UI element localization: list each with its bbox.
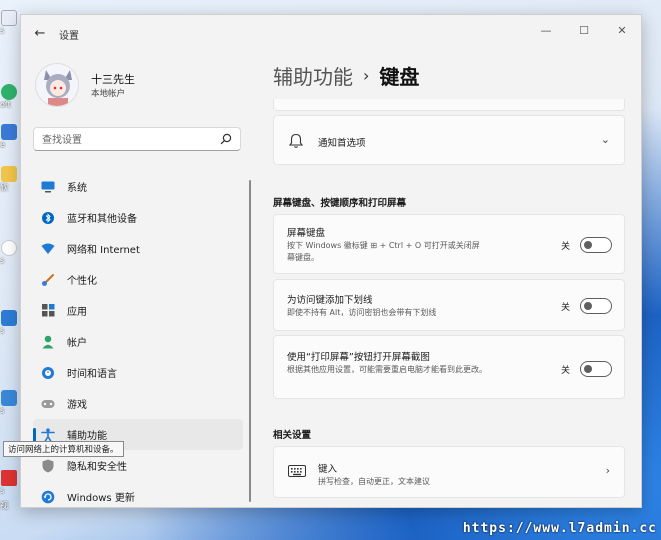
desktop-icon-folder[interactable]: 欣 [0, 166, 18, 193]
setting-title: 使用“打印屏幕”按钮打开屏幕截图 [287, 352, 430, 363]
nav-item-bluetooth[interactable]: 蓝牙和其他设备 [33, 202, 243, 233]
setting-description: 即使不持有 Alt，访问密钥也会带有下划线 [287, 308, 437, 317]
settings-window: ← 设置 — ☐ ✕ 十三先生 本地帐户 查找设置 系统 蓝牙和其他设备 网络和… [20, 14, 642, 508]
nav-item-system[interactable]: 系统 [33, 171, 243, 202]
nav-item-personalization[interactable]: 个性化 [33, 264, 243, 295]
nav-label: Windows 更新 [67, 493, 135, 504]
on-screen-keyboard-toggle[interactable] [580, 237, 612, 253]
setting-description: 按下 Windows 徽标键 ⊞ + Ctrl + O 可打开或关闭屏幕键盘。 [287, 241, 480, 262]
print-screen-card: 使用“打印屏幕”按钮打开屏幕截图 根据其他应用设置，可能需要重启电脑才能看到此更… [273, 335, 625, 399]
nav-list: 系统 蓝牙和其他设备 网络和 Internet 个性化 应用 帐户 时间和语言 … [33, 171, 243, 507]
desktop-icon-edge[interactable]: oft [0, 84, 18, 109]
toggle-state: 关 [560, 303, 570, 313]
nav-item-accounts[interactable]: 帐户 [33, 326, 243, 357]
back-button[interactable]: ← [31, 25, 49, 43]
user-name: 十三先生 [91, 73, 135, 86]
globe-clock-icon [41, 366, 55, 380]
underline-access-keys-card: 为访问键添加下划线 即使不持有 Alt，访问密钥也会带有下划线 关 [273, 279, 625, 331]
setting-description: 拼写检查，自动更正，文本建议 [318, 477, 430, 486]
nav-label: 个性化 [67, 276, 97, 287]
toggle-state: 关 [560, 242, 570, 252]
wifi-icon [41, 242, 55, 256]
nav-label: 系统 [67, 183, 87, 194]
minimize-button[interactable]: — [531, 21, 561, 41]
nav-label: 蓝牙和其他设备 [67, 214, 137, 225]
nav-label: 辅助功能 [67, 431, 107, 442]
arrow-left-icon: ← [34, 26, 46, 41]
update-icon [41, 490, 55, 504]
typing-card[interactable]: 键入 拼写检查，自动更正，文本建议 › [273, 446, 625, 498]
gamepad-icon [41, 397, 55, 411]
setting-description: 根据其他应用设置，可能需要重启电脑才能看到此更改。 [287, 365, 487, 374]
toggle-knob [584, 365, 592, 373]
setting-title: 屏幕键盘 [287, 228, 326, 239]
bell-icon [288, 133, 304, 148]
chevron-down-icon[interactable]: ⌄ [601, 133, 610, 146]
nav-label: 游戏 [67, 400, 87, 411]
search-input[interactable] [42, 132, 212, 148]
person-icon [41, 335, 55, 349]
setting-title: 键入 [318, 464, 338, 475]
nav-label: 帐户 [67, 338, 87, 349]
avatar[interactable] [35, 63, 79, 107]
accessibility-icon [41, 427, 55, 442]
nav-item-gaming[interactable]: 游戏 [33, 388, 243, 419]
watermark-text: https://www.l7admin.cc [462, 521, 657, 536]
nav-label: 隐私和安全性 [67, 462, 127, 473]
app-title: 设置 [59, 31, 79, 42]
underline-access-keys-toggle[interactable] [580, 298, 612, 314]
toggle-knob [584, 241, 592, 249]
chevron-right-icon[interactable]: › [606, 464, 610, 477]
nav-label: 时间和语言 [67, 369, 117, 380]
page-title: 键盘 [379, 65, 420, 89]
title-bar: ← 设置 — ☐ ✕ [21, 15, 641, 51]
settings-card-partial [273, 99, 625, 111]
breadcrumb-parent[interactable]: 辅助功能 [273, 61, 353, 90]
desktop-icon-chat[interactable]: s [0, 240, 18, 265]
setting-title: 为访问键添加下划线 [287, 295, 373, 306]
search-box[interactable] [33, 127, 241, 151]
desktop-icon[interactable]: s [0, 310, 18, 335]
breadcrumb: 辅助功能 › 键盘 [273, 61, 419, 90]
nav-item-time-language[interactable]: 时间和语言 [33, 357, 243, 388]
desktop-icon[interactable]: 视 [0, 500, 18, 511]
nav-item-network[interactable]: 网络和 Internet [33, 233, 243, 264]
nav-item-apps[interactable]: 应用 [33, 295, 243, 326]
account-type: 本地帐户 [91, 89, 126, 99]
section-title: 屏幕键盘、按键顺序和打印屏幕 [273, 198, 407, 209]
brush-icon [41, 273, 55, 287]
section-title: 相关设置 [273, 430, 312, 441]
maximize-button[interactable]: ☐ [569, 21, 599, 41]
monitor-icon [41, 180, 55, 194]
apps-icon [41, 304, 55, 318]
print-screen-toggle[interactable] [580, 361, 612, 377]
search-icon[interactable] [219, 132, 233, 146]
notification-preferences-card[interactable]: 通知首选项 ⌄ [273, 115, 625, 165]
nav-item-windows-update[interactable]: Windows 更新 [33, 481, 243, 507]
desktop-icon[interactable]: e [0, 124, 18, 149]
on-screen-keyboard-card: 屏幕键盘 按下 Windows 徽标键 ⊞ + Ctrl + O 可打开或关闭屏… [273, 214, 625, 274]
breadcrumb-separator: › [363, 66, 370, 85]
avatar-image [36, 64, 78, 106]
card-label: 通知首选项 [318, 138, 366, 149]
toggle-knob [584, 302, 592, 310]
nav-label: 应用 [67, 307, 87, 318]
close-button[interactable]: ✕ [607, 21, 637, 41]
desktop-icon[interactable]: s [0, 470, 18, 495]
desktop-icon[interactable]: s [0, 390, 18, 415]
shield-icon [41, 459, 55, 473]
tooltip: 访问网络上的计算机和设备。 [3, 441, 124, 457]
nav-label: 网络和 Internet [67, 245, 140, 256]
toggle-state: 关 [560, 366, 570, 376]
bluetooth-icon [41, 211, 55, 225]
desktop-icon[interactable]: s [0, 10, 18, 35]
nav-scrollbar[interactable] [249, 180, 251, 502]
keyboard-icon [288, 465, 306, 477]
